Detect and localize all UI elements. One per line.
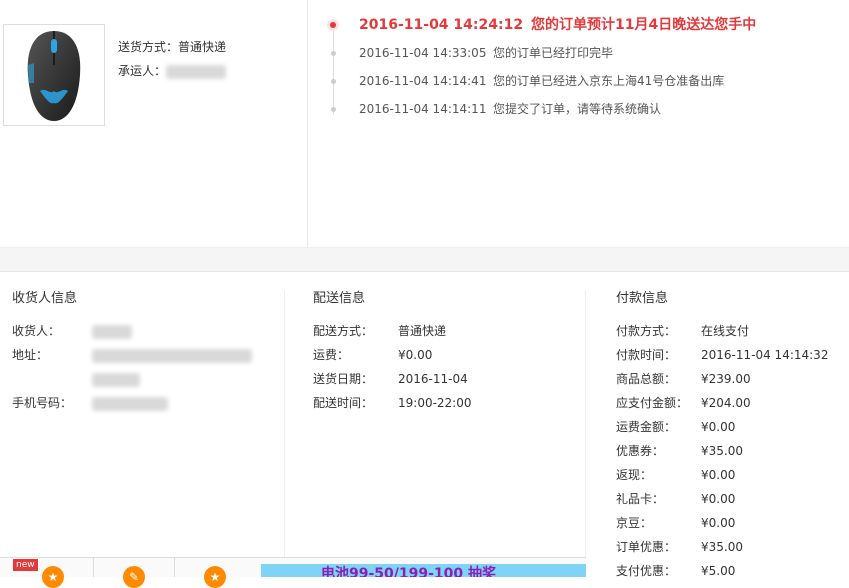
payment-label: 礼品卡：: [616, 492, 665, 506]
divider: [307, 0, 308, 247]
address-label: 地址：: [12, 348, 49, 362]
phone-label: 手机号码：: [12, 396, 73, 410]
payment-label: 订单优惠：: [616, 540, 677, 554]
delivery-method-value: 普通快递: [178, 40, 227, 54]
payment-title: 付款信息: [616, 291, 669, 306]
timeline-item: 2016-11-04 14:24:12 您的订单预计11月4日晚送达您手中: [325, 14, 845, 42]
timeline-time: 2016-11-04 14:33:05: [359, 46, 487, 60]
payment-value: ¥35.00: [701, 444, 743, 458]
payment-row: 付款方式： 在线支付: [616, 319, 828, 343]
payment-row: 礼品卡： ¥0.00: [616, 487, 828, 511]
timeline-dot-icon: [331, 107, 336, 112]
payment-value: ¥35.00: [701, 540, 743, 554]
shipping-row: 运费： ¥0.00: [313, 343, 472, 367]
payment-label: 支付优惠：: [616, 564, 677, 578]
timeline-message: 您的订单预计11月4日晚送达您手中: [531, 17, 757, 33]
shipping-label: 送货日期：: [313, 372, 374, 386]
payment-value: ¥0.00: [701, 468, 736, 482]
shipping-label: 配送方式：: [313, 324, 374, 338]
payment-value: ¥204.00: [701, 396, 751, 410]
gaming-mouse-icon: [27, 31, 81, 121]
shipping-value: ¥0.00: [398, 348, 433, 362]
phone-redacted: [92, 396, 168, 411]
timeline-time: 2016-11-04 14:14:41: [359, 74, 487, 88]
receiver-title: 收货人信息: [12, 291, 78, 306]
timeline-dot-icon: [330, 22, 336, 28]
carrier-label: 承运人：: [118, 64, 167, 78]
delivery-info: 送货方式：普通快递 承运人：: [118, 35, 226, 83]
shipping-value: 普通快递: [398, 324, 447, 338]
payment-label: 应支付金额：: [616, 396, 689, 410]
shipping-label: 运费：: [313, 348, 350, 362]
payment-value: ¥239.00: [701, 372, 751, 386]
carrier-name-redacted: [166, 64, 227, 79]
divider: [174, 558, 175, 577]
payment-label: 返现：: [616, 468, 653, 482]
promo-banner-text: 电池99-50/199-100 抽奖: [321, 566, 497, 577]
order-tracking-panel: 送货方式：普通快递 承运人： 2016-11-04 14:24:12 您的订单预计…: [0, 0, 849, 247]
star-icon[interactable]: ★: [42, 566, 64, 588]
shipping-row: 配送方式： 普通快递: [313, 319, 472, 343]
payment-row: 支付优惠： ¥5.00: [616, 559, 828, 583]
payment-row: 付款时间： 2016-11-04 14:14:32: [616, 343, 828, 367]
payment-value: 2016-11-04 14:14:32: [701, 348, 829, 362]
payment-value: ¥0.00: [701, 492, 736, 506]
shipping-title: 配送信息: [313, 291, 366, 306]
payment-row: 应支付金额： ¥204.00: [616, 391, 828, 415]
receiver-name-redacted: [92, 324, 132, 339]
receiver-info: 收货人信息 收货人： 地址： 手机号码：: [12, 289, 252, 415]
order-timeline: 2016-11-04 14:24:12 您的订单预计11月4日晚送达您手中 2016…: [325, 14, 845, 126]
receiver-name-label: 收货人：: [12, 324, 61, 338]
payment-label: 运费金额：: [616, 420, 677, 434]
timeline-item: 2016-11-04 14:33:05 您的订单已经打印完毕: [325, 42, 845, 70]
payment-row: 运费金额： ¥0.00: [616, 415, 828, 439]
delivery-method-label: 送货方式：: [118, 40, 179, 54]
timeline-item: 2016-11-04 14:14:11 您提交了订单，请等待系统确认: [325, 98, 845, 126]
payment-info: 付款信息 付款方式： 在线支付付款时间： 2016-11-04 14:14:32 商品…: [616, 289, 828, 583]
favorite-icon[interactable]: ★: [204, 566, 226, 588]
timeline-time: 2016-11-04 14:14:11: [359, 102, 487, 116]
payment-row: 订单优惠： ¥35.00: [616, 535, 828, 559]
timeline-dot-icon: [331, 79, 336, 84]
product-thumbnail[interactable]: [3, 24, 105, 126]
section-gap: [0, 247, 849, 272]
timeline-item: 2016-11-04 14:14:41 您的订单已经进入京东上海41号仓准备出库: [325, 70, 845, 98]
shipping-value: 2016-11-04: [398, 372, 468, 386]
divider: [284, 290, 285, 570]
timeline-dot-icon: [331, 51, 336, 56]
payment-label: 付款时间：: [616, 348, 677, 362]
payment-label: 商品总额：: [616, 372, 677, 386]
payment-row: 商品总额： ¥239.00: [616, 367, 828, 391]
shipping-label: 配送时间：: [313, 396, 374, 410]
payment-label: 优惠券：: [616, 444, 665, 458]
bottom-toolbar: new ★ ✎ ★ 电池99-50/199-100 抽奖: [0, 557, 586, 588]
payment-value: ¥0.00: [701, 420, 736, 434]
shipping-row: 送货日期： 2016-11-04: [313, 367, 472, 391]
timeline-message: 您的订单已经进入京东上海41号仓准备出库: [493, 74, 725, 88]
divider: [585, 290, 586, 560]
coupon-icon[interactable]: ✎: [123, 566, 145, 588]
promo-banner[interactable]: 电池99-50/199-100 抽奖: [261, 564, 586, 577]
payment-row: 返现： ¥0.00: [616, 463, 828, 487]
payment-label: 京豆：: [616, 516, 653, 530]
payment-row: 京豆： ¥0.00: [616, 511, 828, 535]
shipping-info: 配送信息 配送方式： 普通快递运费： ¥0.00 送货日期： 2016-11-04 配送时…: [313, 289, 472, 415]
shipping-row: 配送时间： 19:00-22:00: [313, 391, 472, 415]
new-badge: new: [13, 559, 38, 571]
timeline-message: 您的订单已经打印完毕: [493, 46, 614, 60]
timeline-time: 2016-11-04 14:24:12: [359, 17, 524, 33]
divider: [93, 558, 94, 577]
payment-label: 付款方式：: [616, 324, 677, 338]
payment-row: 优惠券： ¥35.00: [616, 439, 828, 463]
payment-value: 在线支付: [701, 324, 750, 338]
timeline-message: 您提交了订单，请等待系统确认: [493, 102, 662, 116]
address-redacted: [92, 348, 252, 363]
address-line2-redacted: [92, 372, 140, 387]
payment-value: ¥0.00: [701, 516, 736, 530]
shipping-value: 19:00-22:00: [398, 396, 472, 410]
